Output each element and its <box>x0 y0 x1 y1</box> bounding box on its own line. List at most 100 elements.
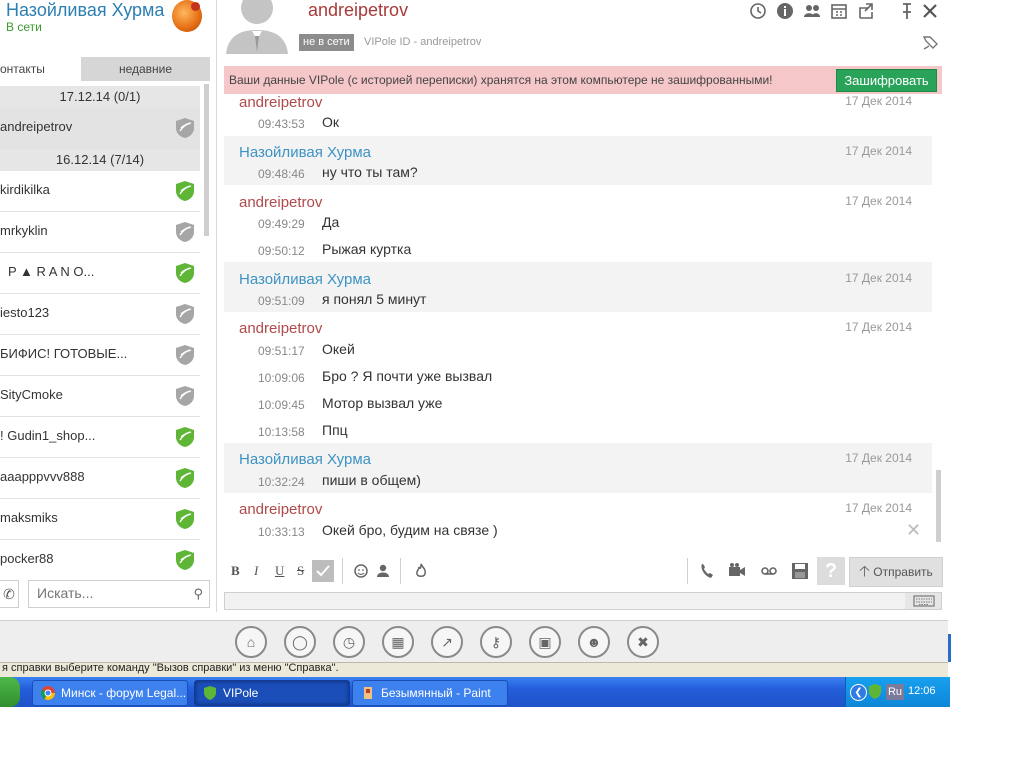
clear-icon[interactable] <box>921 34 939 52</box>
phone-icon[interactable]: ✆ <box>0 580 19 608</box>
message-block[interactable]: Назойливая Хурма 17 Дек 2014 09:48:46 ну… <box>224 136 932 185</box>
language-indicator[interactable]: Ru <box>886 684 904 700</box>
contact-item[interactable]: maksmiks <box>0 499 200 540</box>
underline-button[interactable]: U <box>275 563 284 579</box>
contacts-icon[interactable] <box>803 2 821 20</box>
contact-name: P ▲ R A N O... <box>8 264 95 279</box>
search-icon[interactable]: ⚲ <box>193 586 203 602</box>
export-icon[interactable] <box>857 2 875 20</box>
message-line[interactable]: 09:49:29 Да <box>224 214 924 234</box>
contact-item[interactable]: SityCmoke <box>0 376 200 417</box>
calendar-button[interactable]: ▦ <box>382 626 414 658</box>
message-date: 17 Дек 2014 <box>845 501 912 515</box>
start-button[interactable] <box>0 677 20 707</box>
message-block[interactable]: andreipetrov 17 Дек 2014 09:49:29 Да 09:… <box>224 185 932 262</box>
history-icon[interactable] <box>749 2 767 20</box>
taskbar-item-chrome[interactable]: Минск - форум Legal... <box>32 680 188 706</box>
message-time: 09:51:17 <box>258 344 305 358</box>
contacts-button[interactable]: ☻ <box>578 626 610 658</box>
strikethrough-button[interactable]: S <box>297 563 304 579</box>
key-button[interactable]: ⚷ <box>480 626 512 658</box>
spellcheck-icon[interactable] <box>312 560 334 582</box>
message-time: 09:51:09 <box>258 294 305 308</box>
contact-name: pocker88 <box>0 551 54 566</box>
save-icon[interactable] <box>789 560 811 582</box>
home-button[interactable]: ⌂ <box>235 626 267 658</box>
message-block[interactable]: andreipetrov 17 Дек 2014 10:33:13 Окей б… <box>224 493 932 545</box>
message-line[interactable]: 09:51:09 я понял 5 минут <box>224 291 924 311</box>
shield-icon[interactable] <box>868 684 882 700</box>
message-line[interactable]: 09:43:53 Ок <box>224 114 924 134</box>
close-icon[interactable]: ✕ <box>906 520 921 541</box>
message-text: Ок <box>322 114 340 130</box>
message-block[interactable]: Назойливая Хурма 17 Дек 2014 10:32:24 пи… <box>224 443 932 493</box>
message-time: 09:50:12 <box>258 244 305 258</box>
message-sender: Назойливая Хурма <box>239 144 372 161</box>
export-button[interactable]: ↗ <box>431 626 463 658</box>
message-line[interactable]: 10:09:06 Бро ? Я почти уже вызвал <box>224 368 924 388</box>
contact-item[interactable]: andreipetrov <box>0 108 200 149</box>
shield-icon <box>176 222 194 242</box>
message-line[interactable]: 09:48:46 ну что ты там? <box>224 164 924 184</box>
message-text: Да <box>322 214 340 230</box>
tab-recent[interactable]: недавние <box>81 57 210 81</box>
message-block[interactable]: andreipetrov 17 Дек 2014 09:51:17 Окей 1… <box>224 312 932 443</box>
contact-item[interactable]: БИФИС! ГОТОВЫЕ... <box>0 335 200 376</box>
message-line[interactable]: 10:33:13 Окей бро, будим на связе ) <box>224 522 924 542</box>
message-input[interactable] <box>224 592 942 610</box>
contact-item[interactable]: pocker88 <box>0 540 200 580</box>
fire-icon[interactable] <box>410 560 432 582</box>
folder-button[interactable]: ▣ <box>529 626 561 658</box>
message-block[interactable]: andreipetrov 17 Дек 2014 09:43:53 Ок <box>224 94 932 136</box>
voicemail-icon[interactable] <box>758 560 780 582</box>
close-icon[interactable] <box>921 2 939 20</box>
history-button[interactable]: ◷ <box>333 626 365 658</box>
export-icon: ↗ <box>441 634 453 650</box>
calendar-icon[interactable] <box>830 2 848 20</box>
search-input[interactable] <box>35 584 189 602</box>
profile-avatar[interactable] <box>172 0 202 32</box>
contact-item[interactable]: P ▲ R A N O... <box>0 253 200 294</box>
contact-item[interactable]: mrkyklin <box>0 212 200 253</box>
contact-item[interactable]: kirdikilka <box>0 171 200 212</box>
date-group-header[interactable]: 16.12.14 (7/14) <box>0 149 200 171</box>
message-line[interactable]: 10:09:45 Мотор вызвал уже <box>224 395 924 415</box>
info-icon[interactable] <box>776 2 794 20</box>
phone-icon[interactable] <box>696 560 718 582</box>
bold-button[interactable]: B <box>231 563 240 579</box>
messages-scrollbar[interactable] <box>936 470 941 542</box>
taskbar-item-paint[interactable]: Безымянный - Paint <box>352 680 508 706</box>
message-line[interactable]: 09:51:17 Окей <box>224 341 924 361</box>
chrome-icon <box>41 686 55 700</box>
message-line[interactable]: 10:32:24 пиши в общем) <box>224 472 924 492</box>
chevron-left-icon[interactable]: ❮ <box>850 684 867 701</box>
tab-contacts[interactable]: онтакты <box>0 57 80 81</box>
paint-status-bar: я справки выберите команду "Вызов справк… <box>0 662 948 677</box>
profile-name[interactable]: Назойливая Хурма <box>6 0 164 21</box>
settings-button[interactable]: ✖ <box>627 626 659 658</box>
arrow-up-icon: 🡡 <box>859 563 870 580</box>
help-icon[interactable]: ? <box>817 557 845 585</box>
message-block[interactable]: Назойливая Хурма 17 Дек 2014 09:51:09 я … <box>224 262 932 312</box>
italic-button[interactable]: I <box>254 563 258 579</box>
message-line[interactable]: 10:13:58 Ппц <box>224 422 924 442</box>
folder-icon: ▣ <box>538 634 552 650</box>
pin-icon[interactable] <box>898 2 916 20</box>
user-icon[interactable] <box>372 560 394 582</box>
message-line[interactable]: 09:50:12 Рыжая куртка <box>224 241 924 261</box>
taskbar-item-vipole[interactable]: VIPole <box>194 680 350 706</box>
network-button[interactable]: ◯ <box>284 626 316 658</box>
profile-status[interactable]: В сети <box>6 20 42 34</box>
contact-item[interactable]: aaapppvvv888 <box>0 458 200 499</box>
date-group-header[interactable]: 17.12.14 (0/1) <box>0 86 200 108</box>
smile-icon[interactable] <box>350 560 372 582</box>
contact-item[interactable]: iesto123 <box>0 294 200 335</box>
taskbar-item-label: Минск - форум Legal... <box>61 686 187 700</box>
contacts-scrollbar[interactable] <box>204 84 209 236</box>
contact-item[interactable]: ! Gudin1_shop... <box>0 417 200 458</box>
encrypt-button[interactable]: Зашифровать <box>836 69 937 92</box>
video-icon[interactable] <box>726 560 748 582</box>
send-button[interactable]: 🡡 Отправить <box>849 557 943 587</box>
contact-name: andreipetrov <box>0 119 73 134</box>
keyboard-icon[interactable] <box>905 593 941 609</box>
